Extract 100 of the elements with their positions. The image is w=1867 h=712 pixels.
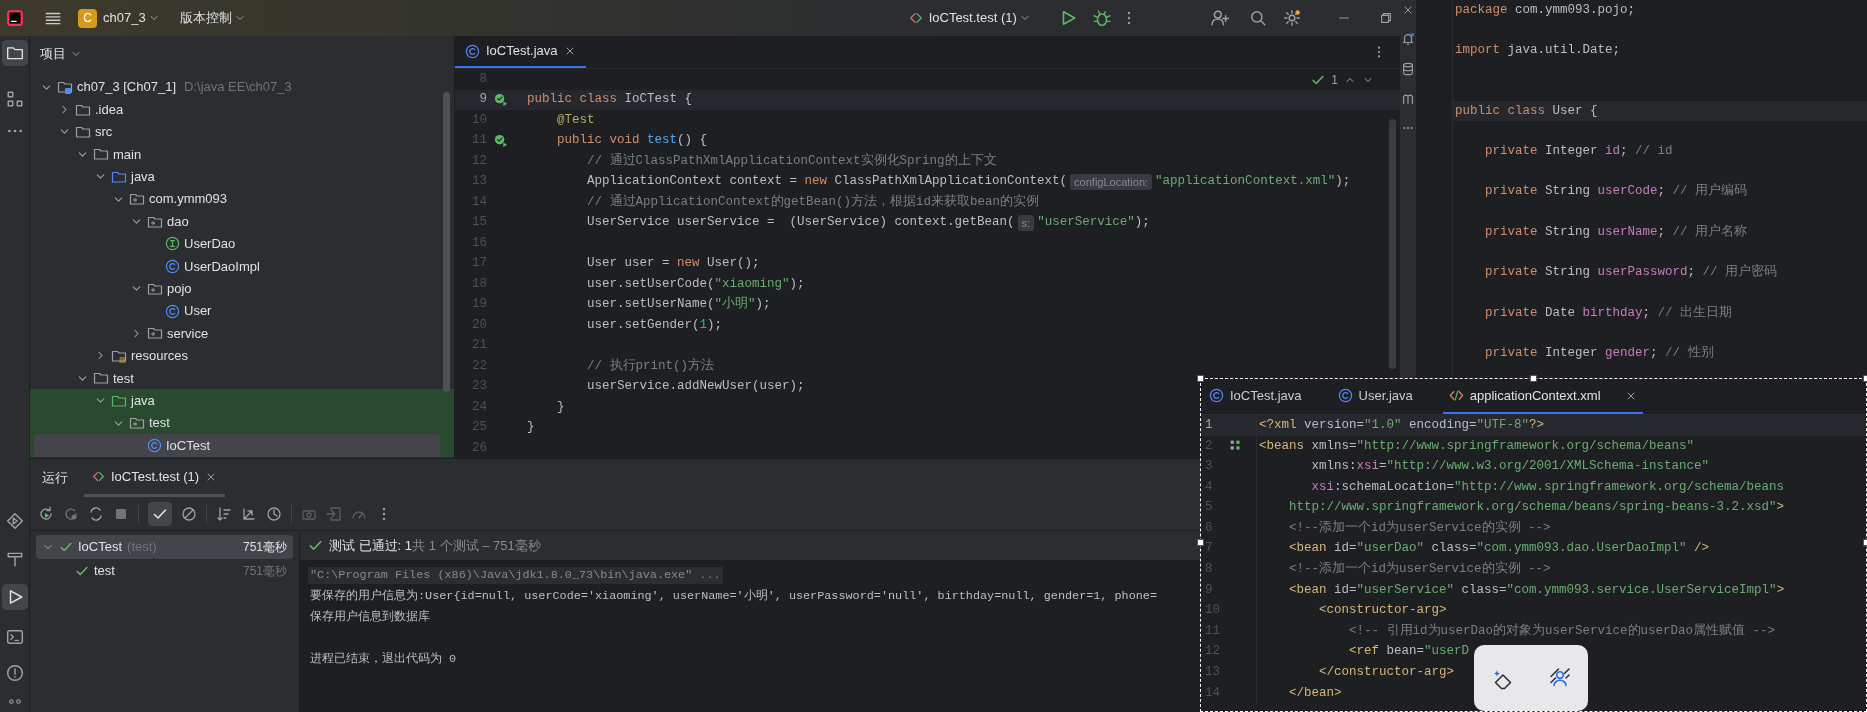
- code-text: "applicationContext.xml");: [1155, 173, 1351, 191]
- project-tool-button[interactable]: [1, 40, 28, 66]
- selection-handle[interactable]: [1530, 375, 1537, 382]
- code-text: </bean>: [1288, 684, 1342, 702]
- rerun-failed-icon[interactable]: [63, 505, 79, 522]
- ignored-icon[interactable]: [181, 505, 197, 522]
- clock-icon[interactable]: [266, 505, 282, 522]
- test-summary: 共 1 个测试 – 751毫秒: [412, 536, 541, 555]
- selection-handle[interactable]: [1197, 539, 1204, 546]
- terminal-icon[interactable]: [5, 628, 24, 646]
- show-passed-toggle[interactable]: [148, 501, 172, 526]
- tree-item[interactable]: com.ymm093: [30, 187, 454, 211]
- code-text: // 执行print()方法: [586, 357, 715, 375]
- project-view-selector[interactable]: 项目: [40, 44, 82, 64]
- test-item[interactable]: test 751毫秒: [36, 559, 293, 583]
- code-text: }: [556, 398, 565, 416]
- restore-icon[interactable]: [1378, 11, 1393, 25]
- project-selector[interactable]: ch07_3: [103, 8, 160, 28]
- database-icon[interactable]: [1401, 62, 1415, 76]
- check-icon: [59, 540, 73, 554]
- run-test-icon[interactable]: [493, 92, 508, 108]
- tree-item[interactable]: resources: [30, 344, 454, 368]
- code-text: xmlns:xsi="http://www.w3.org/2001/XMLSchema-instance": [1310, 458, 1710, 476]
- code-text: // 通过ClassPathXmlApplicationContext实例化Spring的上下文: [586, 152, 997, 170]
- tree-item[interactable]: pojo: [30, 277, 454, 300]
- inlay-hint: s:: [1017, 214, 1035, 231]
- settings-icon[interactable]: [1282, 9, 1301, 27]
- rerun-icon[interactable]: [38, 505, 54, 522]
- tree-item[interactable]: UserDao: [30, 232, 454, 256]
- code-text: <ref bean="userD: [1348, 643, 1470, 661]
- tree-item[interactable]: main: [30, 143, 454, 166]
- bean-icon[interactable]: [1229, 439, 1242, 453]
- problems-icon[interactable]: [5, 664, 24, 682]
- check-icon: [1311, 73, 1326, 87]
- code-text: @Test: [556, 111, 595, 129]
- code-text: <beans xmlns="http://www.springframework.org/schema/beans": [1259, 437, 1695, 455]
- tree-item[interactable]: test: [30, 411, 454, 435]
- tree-item[interactable]: java: [30, 165, 454, 188]
- code-text: <?xml version="1.0" encoding="UTF-8"?>: [1259, 416, 1545, 434]
- tree-item[interactable]: test: [30, 367, 454, 390]
- code-text: "userService");: [1037, 214, 1150, 232]
- console-line: 要保存的用户信息为:User{id=null, userCode='xiaoming', userName='小明', userPassword='null', birthday=null, gender=1, phone=: [309, 587, 1158, 605]
- run-config-icon: [908, 11, 923, 25]
- code-text: private Integer id; // id: [1484, 143, 1673, 161]
- code-text: userService.addNewUser(user);: [586, 378, 805, 396]
- bell-icon[interactable]: [1401, 32, 1415, 46]
- test-status: 测试 已通过: 1: [329, 536, 413, 555]
- bug-icon[interactable]: [1092, 9, 1111, 27]
- code-text: }: [527, 419, 535, 437]
- code-text: <bean id="userService" class="com.ymm093.service.UserServiceImpl">: [1288, 581, 1785, 599]
- tree-item[interactable]: dao: [30, 210, 454, 233]
- run-tab[interactable]: IoCTest.test (1): [84, 459, 226, 497]
- code-text: <bean id="userDao" class="com.ymm093.dao.UserDaoImpl" />: [1288, 540, 1710, 558]
- services-icon[interactable]: [5, 512, 24, 530]
- add-user-icon[interactable]: [1210, 9, 1229, 27]
- run-tool-button[interactable]: [1, 584, 28, 610]
- code-text: private String userName; // 用户名称: [1484, 223, 1748, 241]
- run-config-selector[interactable]: IoCTest.test (1): [928, 8, 1031, 28]
- code-text: ApplicationContext context = new ClassPathXmlApplicationContext(: [586, 173, 1068, 191]
- code-text: User user = new User();: [586, 255, 760, 273]
- tree-item[interactable]: java: [30, 389, 454, 412]
- code-text: public void test() {: [556, 132, 708, 150]
- tree-item[interactable]: IoCTest: [34, 434, 440, 457]
- search-icon[interactable]: [1248, 9, 1267, 27]
- tree-item[interactable]: UserDaoImpl: [30, 255, 454, 278]
- sort-icon[interactable]: [216, 505, 232, 522]
- tree-item[interactable]: service: [30, 322, 454, 345]
- editor-tab[interactable]: User.java: [1331, 379, 1437, 414]
- tree-item[interactable]: ch07_3 [Ch07_1] D:\java EE\ch07_3: [30, 76, 454, 99]
- code-text: private Date birthday; // 出生日期: [1484, 304, 1733, 322]
- console-line: 保存用户信息到数据库: [309, 608, 431, 626]
- m-icon[interactable]: [1401, 92, 1415, 106]
- inspection-count: 1: [1331, 72, 1338, 89]
- project-badge: C: [78, 8, 97, 28]
- editor-tab[interactable]: IoCTest.java: [455, 36, 586, 68]
- folder-icon: [5, 44, 24, 62]
- console-line: 进程已结束，退出代码为 0: [309, 650, 458, 668]
- code-text: import java.util.Date;: [1455, 42, 1621, 60]
- close-icon[interactable]: [1402, 4, 1414, 16]
- tree-item[interactable]: .idea: [30, 98, 454, 121]
- code-text: UserService userService = (UserService) context.getBean(: [586, 214, 1015, 232]
- code-text: <constructor-arg>: [1318, 602, 1447, 620]
- run-test-icon[interactable]: [493, 133, 508, 149]
- vcs-menu[interactable]: 版本控制: [179, 8, 246, 28]
- tree-item[interactable]: User: [30, 299, 454, 323]
- code-text: private String userPassword; // 用户密码: [1484, 263, 1778, 282]
- check-icon: [75, 564, 89, 578]
- code-text: user.setUserName("小明");: [586, 295, 771, 314]
- toggle-auto-test-icon[interactable]: [88, 505, 104, 522]
- check-icon: [308, 538, 323, 553]
- tree-item[interactable]: src: [30, 120, 454, 144]
- selection-handle[interactable]: [1197, 375, 1204, 382]
- hammer-icon[interactable]: [5, 550, 24, 568]
- run-config-icon: [92, 470, 105, 483]
- code-text: user.setUserCode("xiaoming");: [586, 275, 805, 293]
- code-text: <!-- 引用id为userDao的对象为userService的userDao属性赋值 -->: [1348, 622, 1776, 640]
- code-text: </constructor-arg>: [1318, 664, 1455, 682]
- structure-icon[interactable]: [5, 90, 24, 108]
- code-text: public class User {: [1455, 102, 1598, 120]
- editor-tab[interactable]: IoCTest.java: [1203, 379, 1326, 414]
